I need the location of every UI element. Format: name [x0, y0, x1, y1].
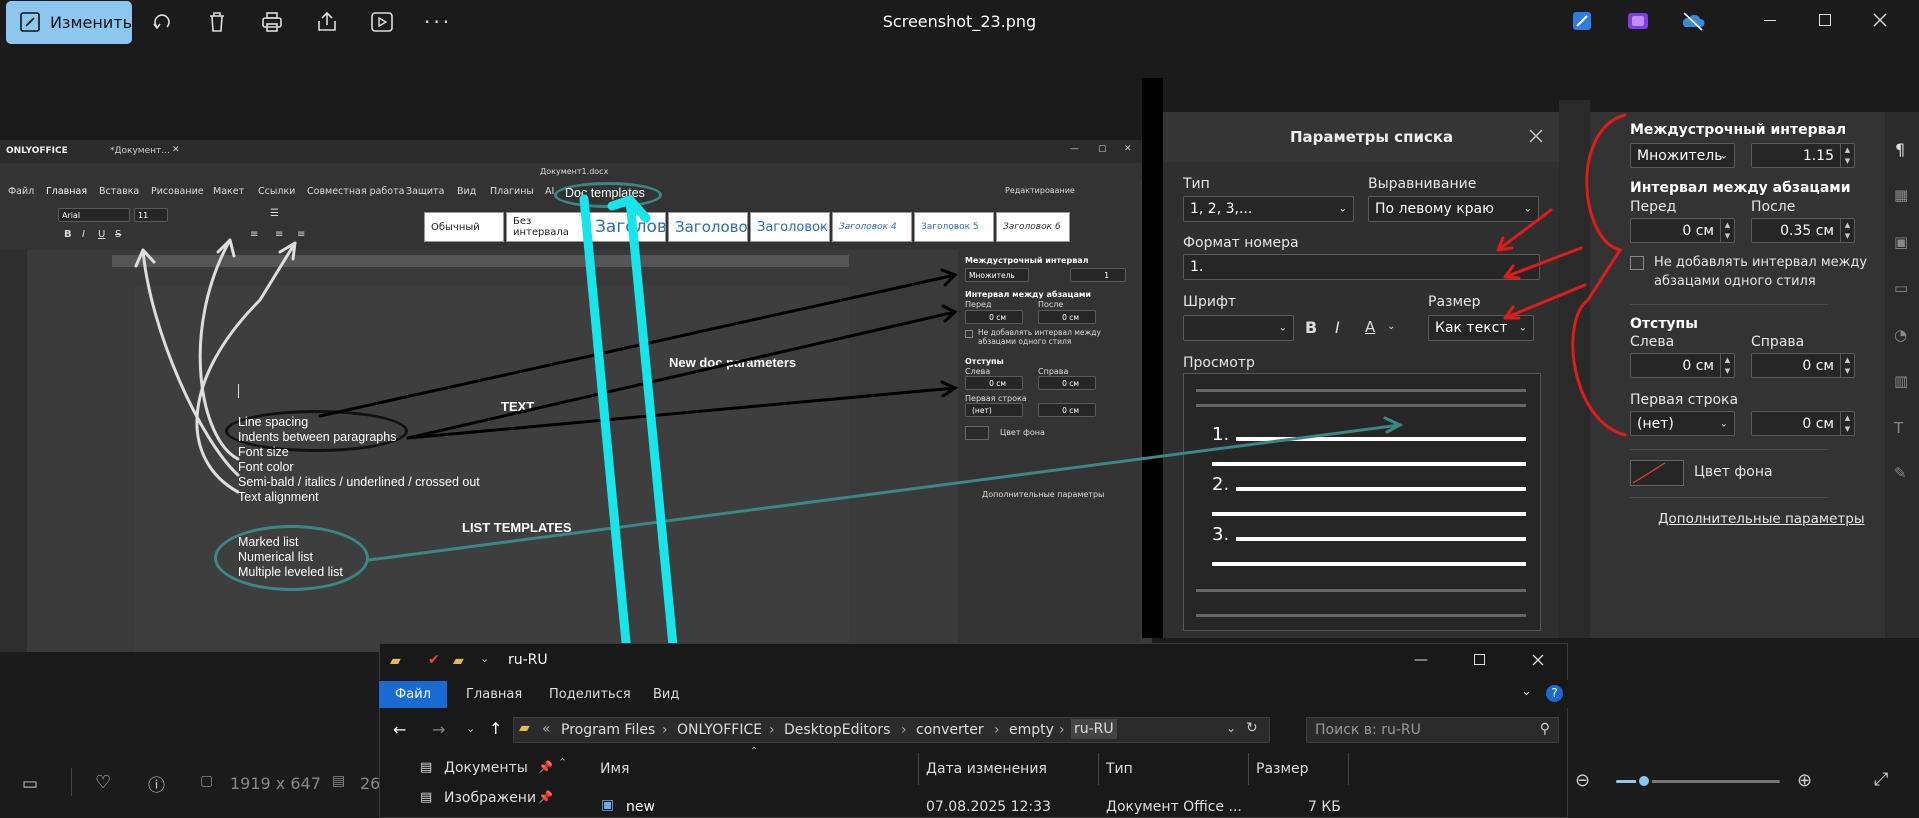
zoom-slider-thumb[interactable]	[1636, 773, 1652, 789]
column-divider[interactable]	[1248, 753, 1249, 785]
breadcrumb-item[interactable]: empty	[1009, 722, 1054, 738]
images-icon: ▤	[420, 790, 433, 805]
breadcrumb-separator: ›	[769, 722, 775, 738]
recent-chevron-icon[interactable]: ⌄	[466, 722, 475, 735]
red-arrow-format-2	[1503, 246, 1583, 280]
address-dropdown-icon[interactable]: ⌄	[1226, 721, 1236, 735]
properties-icon[interactable]: ✔	[428, 652, 440, 668]
search-input[interactable]: Поиск в: ru-RU ⚲	[1306, 717, 1559, 743]
row-name: new	[626, 799, 655, 815]
breadcrumb-overflow-icon[interactable]: «	[542, 721, 551, 737]
search-icon: ⚲	[1539, 721, 1550, 737]
arrow-indents-2	[406, 386, 957, 440]
column-divider[interactable]	[1098, 753, 1099, 785]
nav-documents[interactable]: Документы	[444, 760, 528, 776]
back-icon[interactable]: ←	[393, 720, 406, 739]
breadcrumb-separator: ›	[901, 722, 907, 738]
ribbon-expand-icon[interactable]: ⌄	[1521, 684, 1532, 699]
breadcrumb-item[interactable]: Program Files	[561, 722, 655, 738]
folder-icon: ▰	[390, 653, 401, 669]
arrow-font-size	[134, 248, 240, 477]
row-date: 07.08.2025 12:33	[926, 799, 1051, 815]
photo-viewer-window: Изменить ··· Screenshot_23.png ONLYOFFIC…	[0, 0, 1919, 818]
up-icon[interactable]: ↑	[489, 719, 502, 738]
separator	[71, 768, 72, 796]
qat-chevron-icon[interactable]: ⌄	[480, 652, 489, 665]
nav-scroll-up-icon[interactable]: ⌃	[558, 756, 567, 769]
status-dimensions: 1919 x 647	[230, 774, 321, 793]
new-folder-icon[interactable]: ▰	[453, 653, 464, 669]
zoom-out-icon[interactable]: ⊖	[1575, 770, 1590, 791]
address-bar[interactable]: ▰ « Program Files › ONLYOFFICE › Desktop…	[513, 717, 1270, 743]
breadcrumb-item[interactable]: DesktopEditors	[784, 722, 890, 738]
explorer-title: ru-RU	[508, 652, 548, 668]
column-name[interactable]: Имя	[600, 761, 629, 777]
breadcrumb-current[interactable]: ru-RU	[1071, 719, 1117, 739]
explorer-maximize-icon[interactable]	[1474, 654, 1485, 665]
breadcrumb-separator: ›	[1059, 722, 1065, 738]
column-date[interactable]: Дата изменения	[926, 761, 1047, 777]
column-divider[interactable]	[1348, 753, 1349, 785]
explorer-close-icon[interactable]	[1532, 654, 1544, 666]
forward-icon[interactable]: →	[432, 720, 445, 739]
heart-icon[interactable]: ♡	[95, 772, 111, 793]
explorer-minimize-icon[interactable]: —	[1414, 652, 1428, 668]
red-brace	[1571, 113, 1627, 437]
ribbon-home-tab[interactable]: Главная	[466, 687, 522, 702]
pin-icon[interactable]: 📌	[538, 790, 553, 804]
nav-images[interactable]: Изображени	[444, 790, 536, 806]
red-arrow-size	[1503, 283, 1587, 320]
breadcrumb-separator: ›	[662, 722, 668, 738]
status-size: 26	[360, 774, 381, 793]
sort-chevron-icon[interactable]: ⌃	[750, 746, 758, 757]
red-arrow-format	[1496, 208, 1553, 252]
ribbon-view-tab[interactable]: Вид	[653, 687, 679, 702]
row-size: 7 КБ	[1308, 799, 1341, 815]
table-row[interactable]: ▣ new 07.08.2025 12:33 Документ Office .…	[596, 795, 1344, 818]
help-icon[interactable]: ?	[1546, 685, 1563, 702]
zoom-in-icon[interactable]: ⊕	[1797, 770, 1812, 791]
address-folder-icon: ▰	[519, 720, 530, 736]
refresh-icon[interactable]: ↻	[1246, 720, 1258, 736]
documents-icon: ▤	[420, 760, 433, 775]
ribbon-file-tab[interactable]: Файл	[379, 681, 447, 708]
breadcrumb-separator: ›	[994, 722, 1000, 738]
pin-icon[interactable]: 📌	[538, 760, 553, 774]
dimensions-icon: ▢	[200, 773, 214, 789]
word-file-icon: ▣	[601, 797, 615, 813]
column-type[interactable]: Тип	[1106, 761, 1133, 777]
arrow-indents	[406, 310, 957, 440]
breadcrumb-item[interactable]: ONLYOFFICE	[677, 722, 762, 738]
info-icon[interactable]: ⓘ	[148, 771, 165, 796]
filmstrip-icon[interactable]: ▭	[22, 774, 38, 794]
column-divider[interactable]	[918, 753, 919, 785]
column-size[interactable]: Размер	[1256, 761, 1309, 777]
fullscreen-icon[interactable]: ⤢	[1874, 769, 1888, 790]
row-type: Документ Office ...	[1106, 799, 1242, 815]
filesize-icon: ▤	[332, 773, 346, 789]
arrow-list-templates	[367, 423, 1402, 562]
ribbon-share-tab[interactable]: Поделиться	[549, 687, 631, 702]
breadcrumb-item[interactable]: converter	[916, 722, 984, 738]
